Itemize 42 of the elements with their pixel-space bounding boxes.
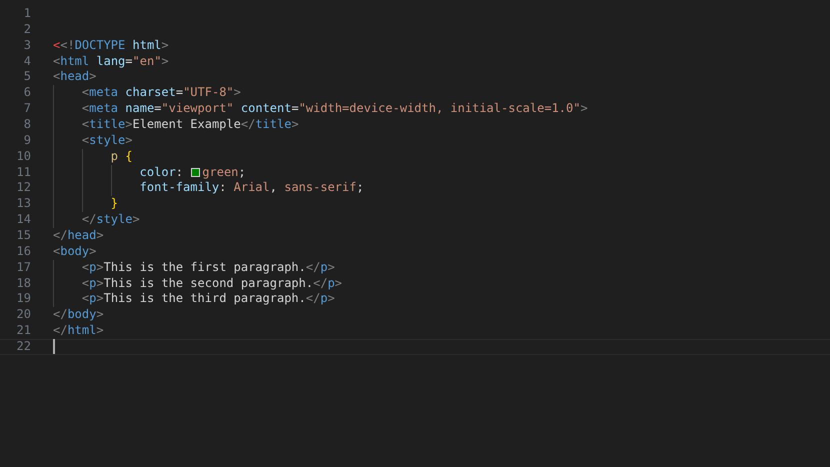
code-line: <<!DOCTYPE html> [53,38,169,52]
line-number: 11 [16,164,31,179]
line-number: 4 [24,54,31,68]
code-line: font-family: Arial, sans-serif; [53,180,364,194]
line-number: 7 [24,101,31,116]
code-line: <head> [53,69,96,84]
code-line: <style> [53,132,132,147]
code-line: color: green; [53,164,246,179]
line-number: 19 [16,291,31,306]
line-number: 17 [16,260,31,274]
code-line: <p>This is the first paragraph.</p> [53,260,335,274]
line-number: 1 [24,6,31,20]
code-line: <p>This is the second paragraph.</p> [53,276,342,290]
line-number: 6 [24,85,31,100]
line-number: 2 [24,22,31,36]
code-line: <html lang="en"> [53,54,169,68]
line-number: 14 [16,212,31,226]
code-line: </head> [53,228,104,242]
line-number: 8 [24,117,31,132]
code-line: </style> [53,212,140,226]
line-number: 5 [24,69,31,84]
code-line: <meta name="viewport" content="width=device-width, initial-scale=1.0"> [53,101,588,116]
line-number: 12 [16,180,31,194]
code-line: </html> [53,323,104,338]
line-number: 9 [24,132,31,147]
code-line: </body> [53,307,104,322]
color-swatch-icon[interactable] [191,168,200,177]
line-number: 15 [16,228,31,242]
line-number: 13 [16,196,31,210]
line-number: 16 [16,244,31,258]
code-line: <title>Element Example</title> [53,117,299,132]
code-line: } [53,196,118,210]
line-number: 22 [16,339,31,354]
line-number: 21 [16,323,31,338]
code-line: <meta charset="UTF-8"> [53,85,241,100]
code-line: <p>This is the third paragraph.</p> [53,291,335,306]
line-number: 20 [16,307,31,322]
code-line: p { [53,148,132,163]
line-number: 10 [16,148,31,163]
line-number: 18 [16,276,31,290]
line-number: 3 [24,38,31,52]
code-line: <body> [53,244,96,258]
